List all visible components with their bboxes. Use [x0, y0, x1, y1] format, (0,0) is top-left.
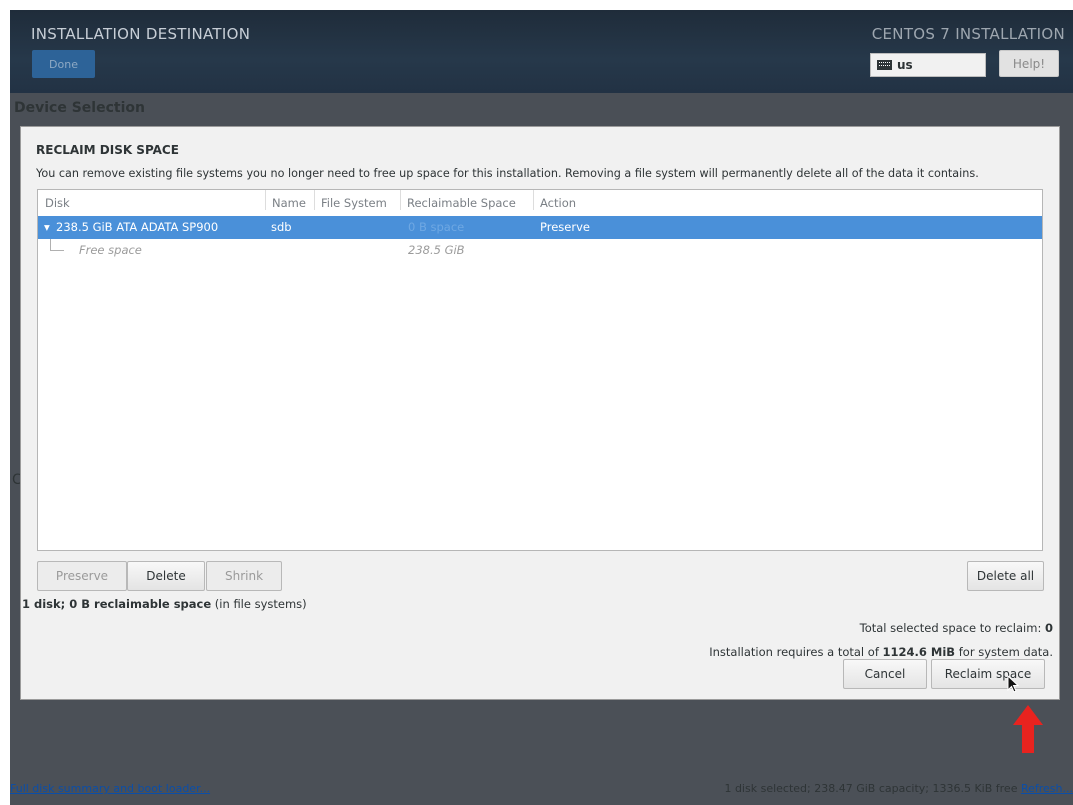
requirement-value: 1124.6 MiB — [882, 645, 956, 659]
table-header: Disk Name File System Reclaimable Space … — [38, 190, 1042, 217]
reclaim-summary: 1 disk; 0 B reclaimable space (in file s… — [22, 597, 307, 611]
table-row-disk[interactable]: ▾ 238.5 GiB ATA ADATA SP900 sdb 0 B spac… — [38, 216, 1042, 239]
tree-connector — [50, 239, 64, 251]
total-to-reclaim: Total selected space to reclaim: 0 — [860, 621, 1053, 635]
keyboard-layout-selector[interactable]: us — [870, 53, 986, 77]
disk-cell: Free space — [79, 243, 142, 257]
total-value: 0 — [1044, 621, 1053, 635]
column-header-disk[interactable]: Disk — [45, 196, 70, 210]
installer-screen: INSTALLATION DESTINATION Done CENTOS 7 I… — [10, 10, 1073, 805]
action-cell: Preserve — [540, 220, 590, 234]
page-title: INSTALLATION DESTINATION — [31, 25, 251, 43]
cancel-button[interactable]: Cancel — [843, 659, 927, 689]
delete-all-button[interactable]: Delete all — [967, 561, 1044, 591]
section-title: Device Selection — [14, 100, 145, 116]
shrink-button[interactable]: Shrink — [206, 561, 282, 591]
refresh-link[interactable]: Refresh... — [1021, 782, 1073, 795]
requirement-suffix: for system data. — [955, 645, 1053, 659]
delete-button[interactable]: Delete — [127, 561, 205, 591]
installation-requirement: Installation requires a total of 1124.6 … — [709, 645, 1053, 659]
column-header-file-system[interactable]: File System — [314, 190, 387, 210]
reclaimable-cell: 0 B space — [408, 220, 465, 234]
summary-bold: 1 disk; 0 B reclaimable space — [22, 597, 212, 611]
preserve-button[interactable]: Preserve — [37, 561, 127, 591]
reclaim-disk-space-dialog: RECLAIM DISK SPACE You can remove existi… — [20, 126, 1060, 700]
dialog-title: RECLAIM DISK SPACE — [36, 143, 179, 157]
reclaim-space-button[interactable]: Reclaim space — [931, 659, 1045, 689]
name-cell: sdb — [271, 220, 292, 234]
reclaimable-cell: 238.5 GiB — [408, 243, 465, 257]
keyboard-layout-label: us — [897, 58, 913, 72]
disk-status-text: 1 disk selected; 238.47 GiB capacity; 13… — [724, 782, 1021, 795]
disk-cell: 238.5 GiB ATA ADATA SP900 — [56, 220, 219, 234]
total-label: Total selected space to reclaim: — [859, 621, 1045, 635]
done-button[interactable]: Done — [32, 50, 95, 78]
help-button[interactable]: Help! — [999, 50, 1059, 77]
expander-arrow-icon[interactable]: ▾ — [44, 220, 50, 234]
disk-table: Disk Name File System Reclaimable Space … — [37, 189, 1043, 551]
disk-status-bar: 1 disk selected; 238.47 GiB capacity; 13… — [724, 782, 1073, 795]
red-up-arrow-icon — [1013, 705, 1043, 753]
table-row-free-space[interactable]: Free space 238.5 GiB — [38, 239, 1042, 262]
requirement-prefix: Installation requires a total of — [709, 645, 883, 659]
column-header-reclaimable-space[interactable]: Reclaimable Space — [400, 190, 516, 210]
product-title: CENTOS 7 INSTALLATION — [871, 25, 1065, 43]
dialog-description: You can remove existing file systems you… — [36, 167, 979, 180]
keyboard-icon — [877, 60, 892, 70]
column-header-action[interactable]: Action — [533, 190, 576, 210]
mouse-cursor-icon — [1007, 675, 1020, 693]
summary-detail: (in file systems) — [211, 597, 307, 611]
full-disk-summary-link[interactable]: Full disk summary and boot loader... — [10, 782, 210, 795]
column-header-name[interactable]: Name — [265, 190, 306, 210]
header-bar: INSTALLATION DESTINATION Done CENTOS 7 I… — [10, 10, 1073, 93]
